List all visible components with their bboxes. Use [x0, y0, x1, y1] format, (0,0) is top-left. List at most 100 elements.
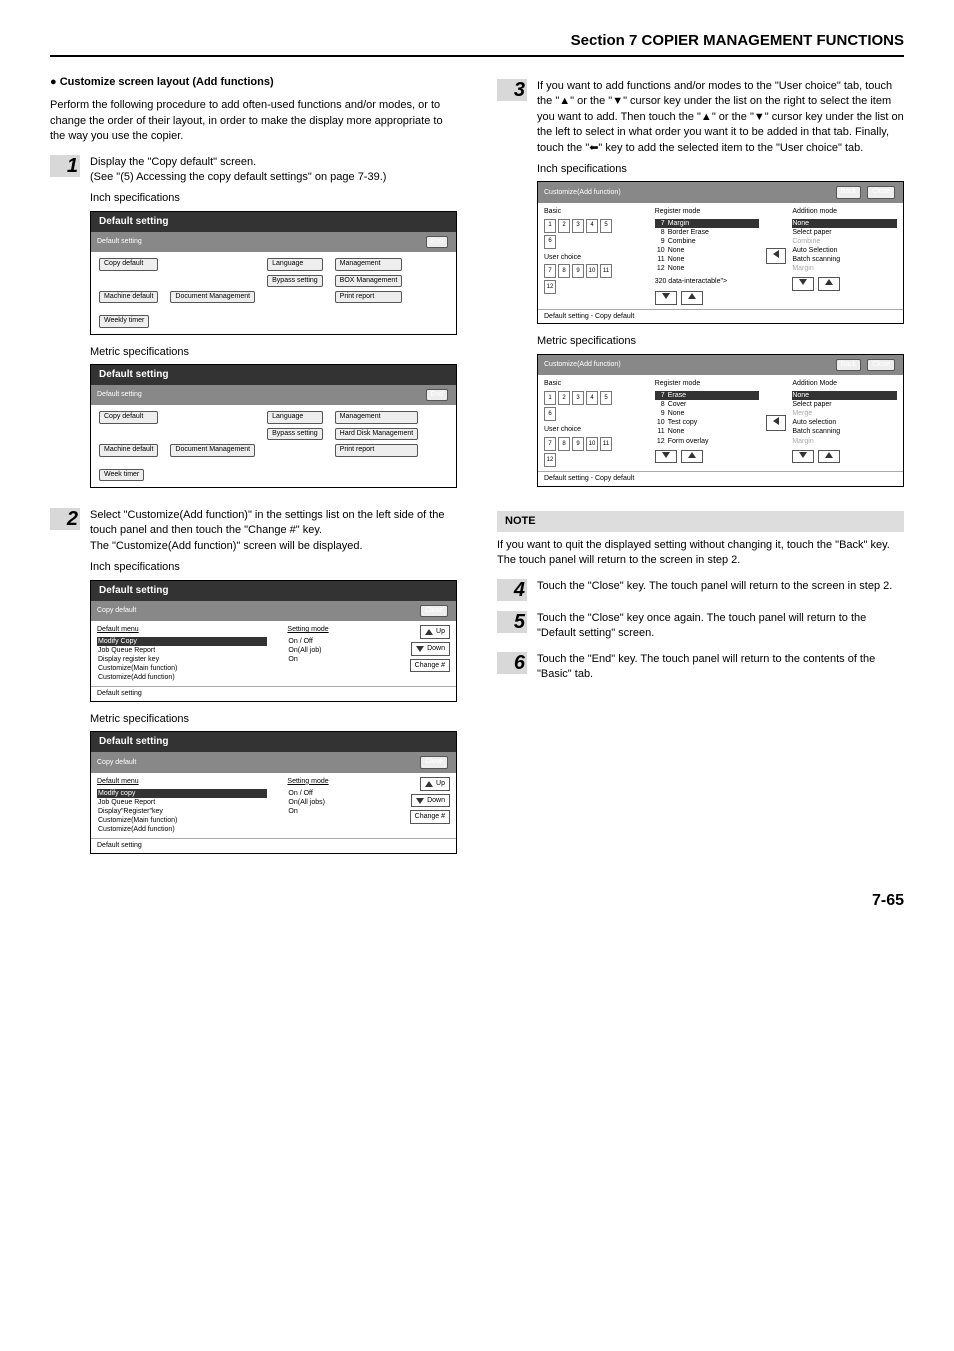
transfer-pane — [765, 379, 786, 467]
close-button[interactable]: Close — [867, 359, 895, 371]
left-arrow-button[interactable] — [766, 415, 786, 431]
list-item-mode: On — [287, 655, 389, 664]
numpad: 123456 — [544, 219, 614, 249]
close-button[interactable]: Close — [420, 605, 448, 617]
list-row[interactable]: 9Combine — [655, 237, 760, 246]
screen-bar: Customize(Add function) Back Close — [538, 355, 903, 375]
up-button[interactable]: Up — [420, 777, 450, 791]
list-item[interactable]: Customize(Main function) — [97, 816, 267, 825]
list-row[interactable]: 8Border Erase — [655, 228, 760, 237]
end-button[interactable]: End — [426, 389, 448, 401]
list-row[interactable]: 9None — [655, 409, 760, 418]
list-row[interactable]: Merge — [792, 409, 897, 418]
triangle-down-icon — [662, 452, 670, 458]
bypass-button[interactable]: Bypass setting — [267, 275, 323, 287]
close-button[interactable]: Close — [867, 186, 895, 198]
screen-body: Copy default x Machine default x x Docum… — [91, 405, 456, 487]
list-row[interactable]: 12None — [655, 264, 760, 273]
list-row[interactable]: Margin — [792, 437, 897, 446]
register-pane: Register mode 7Margin8Border Erase9Combi… — [655, 207, 760, 305]
down-arrow-button[interactable] — [792, 450, 814, 464]
up-arrow-button[interactable] — [818, 450, 840, 464]
down-arrow-button[interactable] — [792, 277, 814, 291]
list-row[interactable]: Select paper — [792, 228, 897, 237]
language-button[interactable]: Language — [267, 411, 323, 423]
list-item[interactable]: Display register key — [97, 655, 267, 664]
screenshot-customize-inch: Customize(Add function) Back Close Basic… — [537, 181, 904, 324]
document-mgmt-button[interactable]: Document Management — [170, 291, 255, 303]
list-row[interactable]: Batch scanning — [792, 427, 897, 436]
copy-default-button[interactable]: Copy default — [99, 411, 158, 423]
spec-label: Inch specifications — [90, 560, 457, 575]
list-row[interactable]: Combine — [792, 237, 897, 246]
management-button[interactable]: Management — [335, 411, 419, 423]
management-button[interactable]: Management — [335, 258, 403, 270]
list-item[interactable]: Customize(Add function) — [97, 673, 267, 682]
screen-bar: Customize(Add function) Back Close — [538, 182, 903, 202]
note-text: If you want to quit the displayed settin… — [497, 538, 904, 569]
bar-label: Customize(Add function) — [544, 188, 621, 198]
list-row[interactable]: Margin — [792, 264, 897, 273]
up-arrow-button[interactable] — [681, 450, 703, 464]
week-timer-button[interactable]: Week timer — [99, 469, 144, 481]
screen-footer: Default setting - Copy default — [538, 309, 903, 324]
up-arrow-button[interactable] — [681, 291, 703, 305]
back-button[interactable]: Back — [836, 186, 862, 198]
list-row[interactable]: 7Margin — [655, 219, 760, 228]
mode-list: On / OffOn(All jobs)On — [287, 789, 389, 816]
back-button[interactable]: Back — [836, 359, 862, 371]
close-button[interactable]: Close — [420, 756, 448, 768]
list-row[interactable]: 11None — [655, 427, 760, 436]
list-row[interactable]: 11None — [655, 255, 760, 264]
machine-default-button[interactable]: Machine default — [99, 291, 158, 303]
down-arrow-button[interactable] — [655, 450, 677, 464]
box-mgmt-button[interactable]: BOX Management — [335, 275, 403, 287]
list-item[interactable]: Job Queue Report — [97, 646, 267, 655]
list-item[interactable]: Modify Copy — [97, 637, 267, 646]
step-number-box: 1 — [50, 155, 80, 177]
list-row[interactable]: 12Form overlay — [655, 437, 760, 446]
bypass-button[interactable]: Bypass setting — [267, 428, 323, 440]
screen-footer: Default setting — [91, 686, 456, 701]
list-item[interactable]: Display"Register"key — [97, 807, 267, 816]
right-column: 3 If you want to add functions and/or mo… — [497, 69, 904, 870]
hdd-mgmt-button[interactable]: Hard Disk Management — [335, 428, 419, 440]
list-item-mode: On / Off — [287, 637, 389, 646]
up-button[interactable]: Up — [420, 625, 450, 639]
up-arrow-button[interactable] — [818, 277, 840, 291]
print-report-button[interactable]: Print report — [335, 444, 419, 456]
list-item[interactable]: Job Queue Report — [97, 798, 267, 807]
copy-default-button[interactable]: Copy default — [99, 258, 158, 270]
weekly-timer-button[interactable]: Weekly timer — [99, 315, 149, 327]
list-item-mode: On(All jobs) — [287, 798, 389, 807]
down-button[interactable]: Down — [411, 642, 450, 656]
print-report-button[interactable]: Print report — [335, 291, 403, 303]
list-row[interactable]: Select paper — [792, 400, 897, 409]
change-button[interactable]: Change # — [410, 659, 450, 673]
list-row[interactable]: None — [792, 219, 897, 228]
list-item[interactable]: Customize(Add function) — [97, 825, 267, 834]
list-row[interactable]: 10Test copy — [655, 418, 760, 427]
step-line: Touch the "Close" key. The touch panel w… — [537, 579, 904, 594]
up-label: Up — [436, 627, 445, 637]
spec-label: Metric specifications — [90, 712, 457, 727]
left-arrow-button[interactable] — [766, 248, 786, 264]
list-row[interactable]: Auto Selection — [792, 246, 897, 255]
language-button[interactable]: Language — [267, 258, 323, 270]
list-item[interactable]: Modify copy — [97, 789, 267, 798]
list-row[interactable]: 8Cover — [655, 400, 760, 409]
end-button[interactable]: End — [426, 236, 448, 248]
list-row[interactable]: Auto selection — [792, 418, 897, 427]
down-button[interactable]: Down — [411, 794, 450, 808]
change-button[interactable]: Change # — [410, 810, 450, 824]
mode-column: Setting mode On / OffOn(All jobs)On — [287, 777, 389, 834]
down-arrow-button[interactable] — [655, 291, 677, 305]
list-row[interactable]: Batch scanning — [792, 255, 897, 264]
list-item[interactable]: Customize(Main function) — [97, 664, 267, 673]
machine-default-button[interactable]: Machine default — [99, 444, 158, 456]
list-row[interactable]: None — [792, 391, 897, 400]
list-row[interactable]: 10None — [655, 246, 760, 255]
document-mgmt-button[interactable]: Document Management — [170, 444, 255, 456]
addition-header: Addition Mode — [792, 379, 897, 389]
list-row[interactable]: 7Erase — [655, 391, 760, 400]
